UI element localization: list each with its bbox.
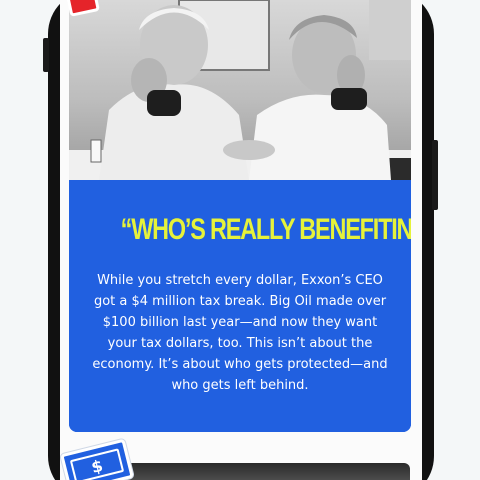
photo-illustration <box>69 0 411 180</box>
headline: “WHO’S REALLY BENEFITING?” <box>120 213 411 246</box>
message-panel: “WHO’S REALLY BENEFITING?” While you str… <box>69 180 411 432</box>
campaign-card: “WHO’S REALLY BENEFITING?” While you str… <box>69 0 411 432</box>
phone-power-button <box>432 140 438 210</box>
phone-side-button <box>43 38 49 72</box>
worried-couple-photo <box>69 0 411 180</box>
dollar-symbol: $ <box>89 455 105 477</box>
body-text: While you stretch every dollar, Exxon’s … <box>92 273 388 393</box>
next-card-photo <box>116 463 410 480</box>
dollar-bill-inner: $ <box>69 448 125 480</box>
phone-screen: “WHO’S REALLY BENEFITING?” While you str… <box>60 0 422 480</box>
